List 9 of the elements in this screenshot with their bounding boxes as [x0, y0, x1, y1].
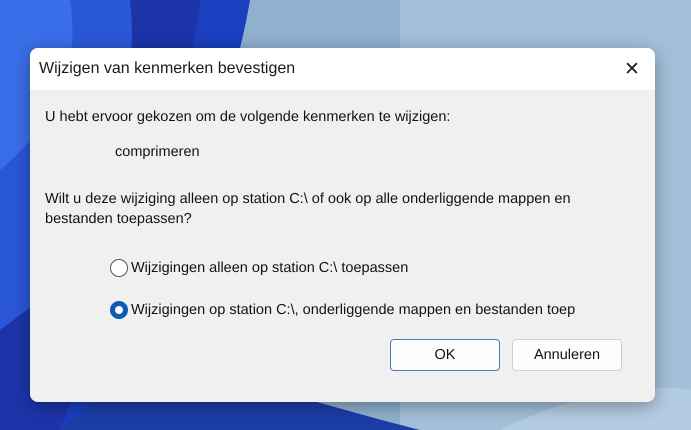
window-title: Wijzigen van kenmerken bevestigen — [39, 60, 296, 78]
question-text: Wilt u deze wijziging alleen op station C:\ of ook op alle onderliggende mappen en bestanden toepassen? — [45, 190, 572, 229]
message-text: U hebt ervoor gekozen om de volgende kenmerken te wijzigen: — [45, 109, 452, 125]
close-button[interactable]: ✕ — [609, 48, 655, 90]
dialog-button[interactable]: OK — [390, 339, 500, 371]
radio-option[interactable]: Wijzigingen op station C:\, onderliggende mappen en bestanden toep — [110, 301, 640, 319]
radio-option[interactable]: Wijzigingen alleen op station C:\ toepassen — [110, 259, 640, 277]
dialog-button[interactable]: Annuleren — [512, 339, 622, 371]
attribute-text: comprimeren — [115, 144, 201, 160]
